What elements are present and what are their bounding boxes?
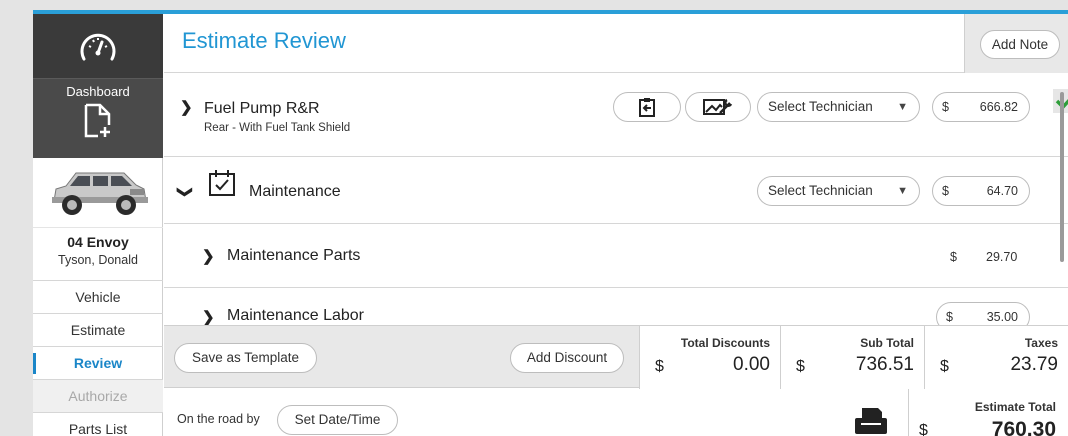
sub-row-title: Maintenance Parts: [227, 247, 361, 264]
sidebar-item-parts-list[interactable]: Parts List: [33, 412, 163, 436]
taxes-cell: Taxes $ 23.79: [924, 326, 1068, 389]
chevron-right-icon[interactable]: ❯: [202, 247, 215, 265]
amount-value: 64.70: [986, 184, 1018, 198]
chevron-right-icon[interactable]: ❯: [180, 98, 193, 116]
header-actions: Add Note: [964, 14, 1068, 73]
vehicle-name: 04 Envoy: [67, 234, 129, 250]
currency-symbol: $: [655, 358, 664, 375]
totals-bar: Save as Template Add Discount Total Disc…: [164, 325, 1068, 389]
sub-row-maintenance-parts: ❯ Maintenance Parts $ 29.70: [164, 225, 1068, 288]
tools-button[interactable]: [685, 92, 751, 122]
currency-symbol: $: [950, 250, 957, 264]
chevron-right-icon[interactable]: ❯: [202, 308, 215, 326]
app-window: Dashboard 04 Envoy Tyson, Donald Vehicle…: [33, 10, 1068, 436]
amount-field[interactable]: $ 64.70: [932, 176, 1030, 206]
scrollbar-thumb[interactable]: [1060, 92, 1064, 262]
technician-placeholder: Select Technician: [768, 99, 873, 114]
sidebar-item-vehicle[interactable]: Vehicle: [33, 280, 163, 313]
sidebar-nav: Vehicle Estimate Review Authorize Parts …: [33, 280, 163, 436]
job-subtitle: Rear - With Fuel Tank Shield: [204, 122, 351, 134]
estimate-total-cell: Estimate Total $ 760.30: [908, 389, 1068, 436]
tools-icon: [703, 98, 733, 115]
taxes-label: Taxes: [1024, 336, 1058, 350]
estimate-total-value: 760.30: [991, 418, 1056, 436]
chevron-down-icon[interactable]: ❯: [176, 186, 194, 199]
job-title: Fuel Pump R&R: [204, 100, 320, 117]
save-as-template-button[interactable]: Save as Template: [174, 343, 317, 373]
total-discounts-value: 0.00: [733, 354, 770, 375]
transfer-button[interactable]: [613, 92, 681, 122]
sidebar-item-authorize: Authorize: [33, 379, 163, 412]
sidebar-item-review[interactable]: Review: [33, 346, 163, 379]
new-document-icon: [84, 103, 111, 138]
total-discounts-label: Total Discounts: [680, 336, 770, 350]
total-discounts-cell: Total Discounts $ 0.00: [639, 326, 780, 389]
add-note-button[interactable]: Add Note: [980, 30, 1060, 59]
amount-value: 29.70: [986, 250, 1018, 264]
sub-total-cell: Sub Total $ 736.51: [780, 326, 924, 389]
taxes-value: 23.79: [1010, 354, 1058, 375]
transfer-icon: [639, 98, 655, 117]
add-discount-button[interactable]: Add Discount: [510, 343, 624, 373]
job-row-fuel-pump: ❯ Fuel Pump R&R Rear - With Fuel Tank Sh…: [164, 74, 1068, 157]
printer-icon[interactable]: [854, 406, 888, 436]
currency-symbol: $: [796, 358, 805, 375]
technician-placeholder: Select Technician: [768, 183, 873, 198]
calendar-check-icon: [209, 170, 235, 196]
page-title: Estimate Review: [182, 28, 346, 53]
dropdown-arrow-icon: ▼: [897, 101, 908, 113]
dashboard-label: Dashboard: [66, 84, 130, 99]
bottom-bar: On the road by Set Date/Time Estimate To…: [164, 389, 1068, 436]
customer-name: Tyson, Donald: [58, 253, 138, 267]
sub-row-title: Maintenance Labor: [227, 307, 364, 324]
vehicle-info: 04 Envoy Tyson, Donald: [33, 228, 163, 274]
currency-symbol: $: [942, 184, 949, 198]
currency-symbol: $: [942, 100, 949, 114]
dashboard-new-estimate[interactable]: Dashboard: [33, 78, 163, 158]
sub-total-value: 736.51: [855, 354, 914, 375]
dropdown-arrow-icon: ▼: [897, 185, 908, 197]
currency-symbol: $: [919, 422, 928, 436]
set-date-time-button[interactable]: Set Date/Time: [277, 405, 398, 435]
select-technician-dropdown[interactable]: Select Technician ▼: [757, 92, 920, 122]
sidebar-item-estimate[interactable]: Estimate: [33, 313, 163, 346]
vehicle-image: [33, 158, 163, 228]
gauge-button[interactable]: [33, 14, 163, 78]
sub-total-label: Sub Total: [860, 336, 914, 350]
select-technician-dropdown[interactable]: Select Technician ▼: [757, 176, 920, 206]
on-the-road-label: On the road by: [177, 412, 260, 426]
currency-symbol: $: [940, 358, 949, 375]
estimate-total-label: Estimate Total: [974, 400, 1056, 414]
amount-field[interactable]: $ 666.82: [932, 92, 1030, 122]
page-header: Estimate Review Add Note: [164, 14, 1068, 73]
job-title: Maintenance: [249, 183, 341, 200]
sub-row-maintenance-labor: ❯ Maintenance Labor $ 35.00: [164, 289, 1068, 332]
job-row-maintenance: ❯ Maintenance Select Technician ▼ $ 64.7…: [164, 158, 1068, 224]
sidebar: Dashboard 04 Envoy Tyson, Donald Vehicle…: [33, 14, 163, 436]
amount-value: 666.82: [979, 100, 1018, 114]
gauge-icon: [80, 33, 116, 61]
